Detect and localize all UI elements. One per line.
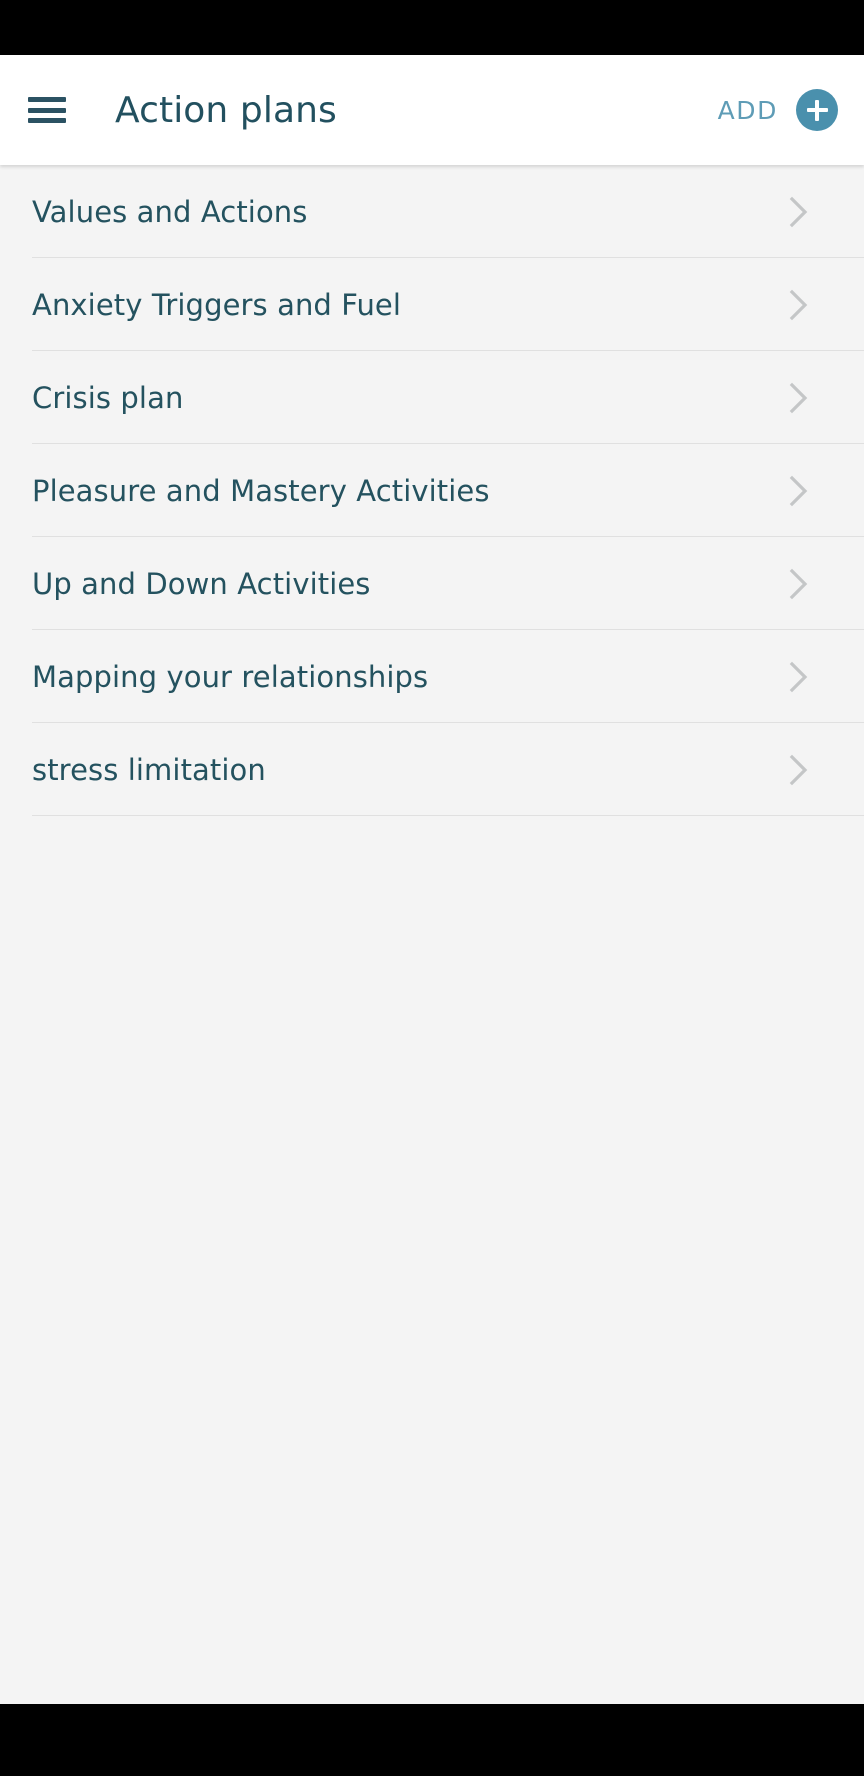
hamburger-bar-3 [28,118,66,123]
list-item[interactable]: stress limitation [0,723,864,816]
list-item[interactable]: Values and Actions [0,165,864,258]
list-item-label: Mapping your relationships [32,659,429,694]
add-button[interactable]: ADD [718,89,838,131]
chevron-right-icon [786,474,812,508]
add-button-label: ADD [717,95,778,125]
list-item-label: Values and Actions [32,194,308,229]
list-item-label: Pleasure and Mastery Activities [32,473,490,508]
chevron-right-icon [786,753,812,787]
system-status-bar [0,0,864,55]
app-window: Action plans ADD Values and Actions Anxi… [0,55,864,1704]
hamburger-menu-icon[interactable] [28,95,68,125]
list-item-label: Anxiety Triggers and Fuel [32,287,402,322]
hamburger-bar-2 [28,107,66,113]
chevron-right-icon [786,660,812,694]
list-item[interactable]: Mapping your relationships [0,630,864,723]
phone-screen: Action plans ADD Values and Actions Anxi… [0,0,864,1776]
list-item-label: Crisis plan [32,380,184,415]
action-plans-list: Values and Actions Anxiety Triggers and … [0,165,864,816]
chevron-right-icon [786,288,812,322]
chevron-right-icon [786,381,812,415]
list-item[interactable]: Crisis plan [0,351,864,444]
list-item[interactable]: Anxiety Triggers and Fuel [0,258,864,351]
list-item[interactable]: Pleasure and Mastery Activities [0,444,864,537]
page-title: Action plans [115,89,337,131]
system-navigation-bar [0,1704,864,1776]
list-item[interactable]: Up and Down Activities [0,537,864,630]
plus-icon[interactable] [796,89,838,131]
list-item-label: Up and Down Activities [32,566,371,601]
app-bar: Action plans ADD [0,55,864,165]
action-plans-scroll-area[interactable]: Values and Actions Anxiety Triggers and … [0,165,864,1704]
list-item-label: stress limitation [32,752,266,787]
chevron-right-icon [786,195,812,229]
hamburger-bar-1 [28,97,66,102]
chevron-right-icon [786,567,812,601]
